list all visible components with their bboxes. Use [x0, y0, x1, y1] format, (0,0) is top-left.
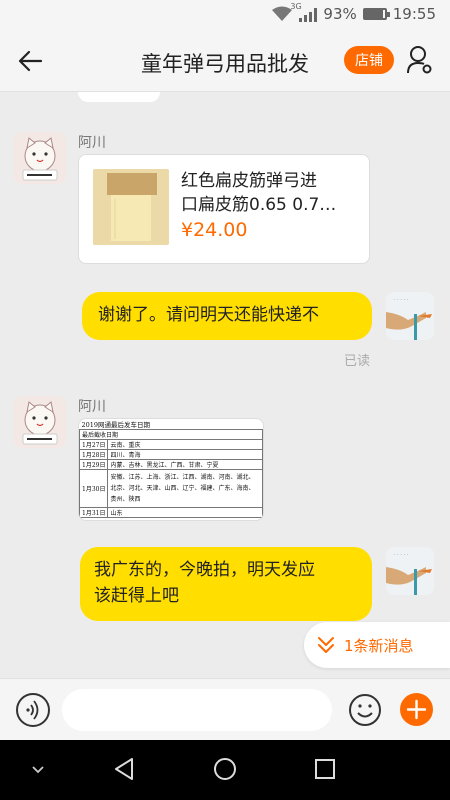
- svg-text:· · · · ·: · · · · ·: [394, 552, 409, 558]
- sender-name: 阿川: [78, 135, 106, 151]
- row-date: 1月30日: [79, 469, 109, 508]
- product-name-line-1: 红色扁皮筋弹弓进: [181, 171, 317, 191]
- double-chevron-down-icon: [318, 637, 334, 653]
- battery-icon: [362, 8, 390, 20]
- row-regions: 内蒙、吉林、黑龙江、广西、甘肃、宁夏: [107, 459, 263, 470]
- nav-recents-icon[interactable]: [312, 756, 338, 782]
- my-message-bubble[interactable]: 我广东的，今晚拍，明天发应 该赶得上吧: [80, 547, 372, 621]
- nav-home-icon[interactable]: [212, 756, 238, 782]
- table-row: 1月30日 安徽、江苏、上海、浙江、江西、湖南、河南、湖北、北京、河北、天津、山西…: [79, 469, 263, 508]
- my-avatar[interactable]: · · · · ·: [386, 292, 434, 340]
- new-message-label: 1条新消息: [344, 636, 414, 655]
- chat-header: 童年弹弓用品批发 店铺: [0, 30, 450, 92]
- table-row: 1月28日 四川、青海: [79, 449, 263, 460]
- table-row: 1月29日 内蒙、吉林、黑龙江、广西、甘肃、宁夏: [79, 459, 263, 470]
- clock: 19:55: [392, 5, 436, 23]
- product-card[interactable]: 红色扁皮筋弹弓进 口扁皮筋0.65 0.7… ¥24.00: [78, 154, 370, 264]
- chat-area[interactable]: 阿川 红色扁皮筋弹弓进 口扁皮筋0.65 0.7… ¥24.00 谢谢了。请问明…: [0, 92, 450, 678]
- network-type-label: 3G: [290, 2, 302, 11]
- my-message-bubble[interactable]: 谢谢了。请问明天还能快递不: [82, 292, 372, 340]
- row-date: 1月27日: [79, 439, 109, 450]
- my-message-text-line-2: 该赶得上吧: [94, 586, 179, 606]
- seller-avatar[interactable]: [14, 132, 66, 184]
- seller-avatar[interactable]: [14, 396, 66, 448]
- voice-icon[interactable]: [16, 693, 50, 727]
- svg-text:· · · · ·: · · · · ·: [394, 297, 409, 303]
- row-regions: 山东: [107, 507, 263, 518]
- my-message-text: 谢谢了。请问明天还能快递不: [98, 305, 319, 325]
- my-avatar[interactable]: · · · · ·: [386, 547, 434, 595]
- status-indicators: 3G 93% 19:55: [271, 2, 436, 23]
- image-message[interactable]: 2019网通最后发车日期 最后截收日期 1月27日 云南、重庆 1月28日 四川、青…: [78, 418, 264, 521]
- read-receipt: 已读: [344, 354, 371, 369]
- nav-hide-icon[interactable]: [30, 762, 46, 778]
- shop-button[interactable]: 店铺: [344, 46, 394, 74]
- previous-message-bubble: [78, 92, 160, 102]
- nav-back-icon[interactable]: [112, 756, 138, 782]
- row-date: 1月29日: [79, 459, 109, 470]
- table-title: 2019网通最后发车日期: [81, 421, 151, 429]
- shipping-schedule-table: 2019网通最后发车日期 最后截收日期 1月27日 云南、重庆 1月28日 四川、青…: [79, 419, 263, 518]
- plus-icon[interactable]: [400, 693, 433, 726]
- product-name: 红色扁皮筋弹弓进 口扁皮筋0.65 0.7…: [181, 169, 353, 217]
- row-date: 1月28日: [79, 449, 109, 460]
- product-name-line-2: 口扁皮筋0.65 0.7…: [181, 195, 337, 215]
- product-image[interactable]: [93, 169, 169, 245]
- system-nav-bar: [0, 740, 450, 800]
- my-message-text-line-1: 我广东的，今晚拍，明天发应: [94, 560, 315, 580]
- product-price: ¥24.00: [181, 219, 248, 241]
- status-bar: 3G 93% 19:55: [0, 0, 450, 30]
- row-date: 1月31日: [79, 507, 109, 518]
- table-row: 1月27日 云南、重庆: [79, 439, 263, 450]
- user-settings-icon[interactable]: [406, 45, 434, 75]
- message-input[interactable]: [62, 689, 332, 731]
- table-subtitle: 最后截收日期: [79, 429, 263, 440]
- new-message-banner[interactable]: 1条新消息: [304, 622, 450, 668]
- input-bar: [0, 678, 450, 740]
- row-regions: 云南、重庆: [107, 439, 263, 450]
- table-row: 1月31日 山东: [79, 507, 263, 518]
- row-regions: 安徽、江苏、上海、浙江、江西、湖南、河南、湖北、北京、河北、天津、山西、辽宁、福…: [107, 469, 263, 508]
- sender-name: 阿川: [78, 399, 106, 415]
- signal-icon: 3G: [290, 2, 318, 22]
- row-regions: 四川、青海: [107, 449, 263, 460]
- emoji-icon[interactable]: [348, 693, 382, 727]
- battery-percent: 93%: [323, 5, 357, 23]
